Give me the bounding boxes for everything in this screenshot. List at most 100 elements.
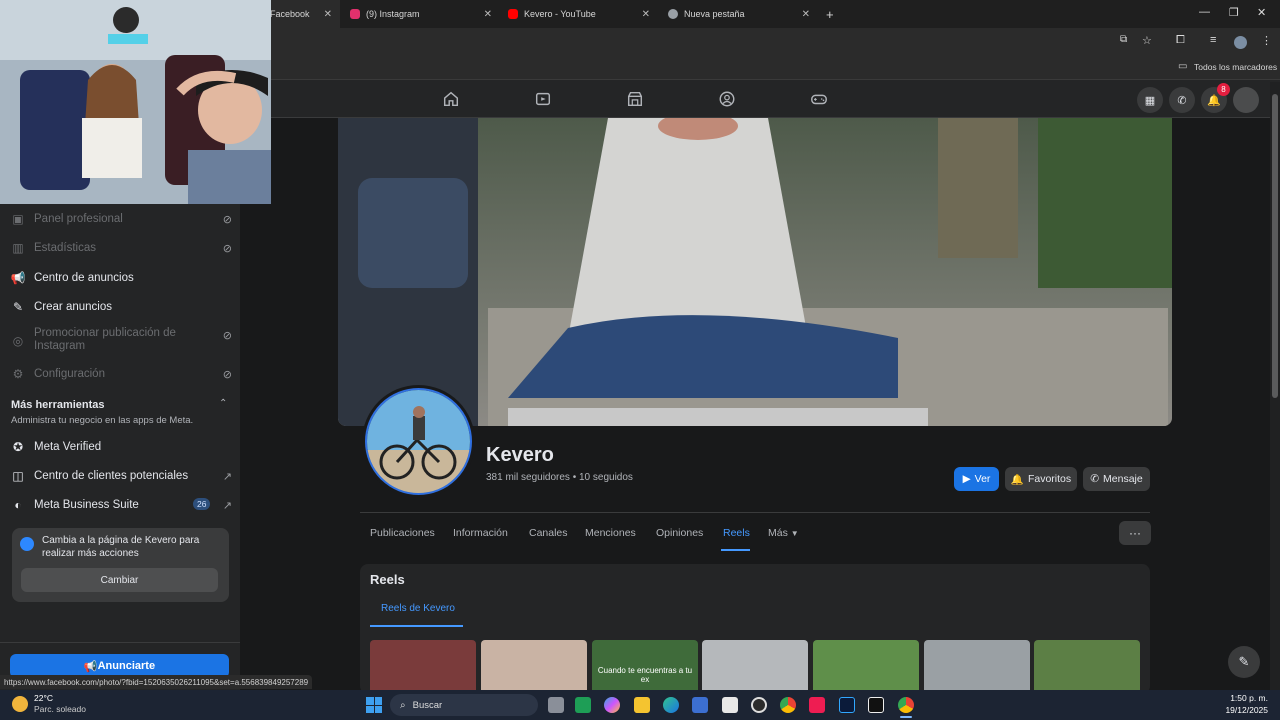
photoshop-icon[interactable] xyxy=(839,697,855,713)
disabled-icon: ⊘ xyxy=(222,368,232,381)
ver-button[interactable]: ▶ Ver xyxy=(954,467,999,491)
more-options-button[interactable]: ··· xyxy=(1119,521,1151,545)
groups-icon[interactable] xyxy=(718,90,736,108)
reel-thumbnail[interactable]: Cuando te encuentras a tu ex xyxy=(592,640,698,690)
start-icon[interactable] xyxy=(366,697,382,713)
edge-icon[interactable] xyxy=(663,697,679,713)
video-icon[interactable] xyxy=(534,90,552,108)
menu-icon[interactable]: ⋮ xyxy=(1261,34,1272,47)
edit-icon: ✎ xyxy=(1238,654,1250,669)
compose-button[interactable]: ✎ xyxy=(1228,646,1260,678)
sidebar-item-label: Centro de clientes potenciales xyxy=(34,470,189,482)
sidebar-item-label: Centro de anuncios xyxy=(34,272,134,284)
sidebar-item-meta-verified[interactable]: ✪ Meta Verified xyxy=(10,439,232,455)
panel-icon: ▣ xyxy=(12,212,24,226)
tab-publicaciones[interactable]: Publicaciones xyxy=(370,527,435,539)
explorer-icon[interactable] xyxy=(634,697,650,713)
sidebar-item-centro-anuncios[interactable]: 📢 Centro de anuncios xyxy=(10,270,232,286)
obs-icon[interactable] xyxy=(751,697,767,713)
minimize-icon[interactable]: — xyxy=(1199,6,1210,18)
restore-icon[interactable]: ❐ xyxy=(1229,6,1239,19)
reel-thumbnail[interactable] xyxy=(813,640,919,690)
reel-thumbnail[interactable] xyxy=(702,640,808,690)
messenger-icon: ✆ xyxy=(1177,94,1187,107)
capcut-icon[interactable] xyxy=(868,697,884,713)
sidebar-item-centro-clientes[interactable]: ◫ Centro de clientes potenciales ↗ xyxy=(10,468,232,484)
sidebar-item-label: Meta Business Suite xyxy=(34,499,139,511)
tab-youtube[interactable]: Kevero - YouTube ✕ xyxy=(500,0,658,28)
messenger-button[interactable]: ✆ xyxy=(1169,87,1195,113)
profile-avatar[interactable] xyxy=(1234,36,1247,49)
notice-text: Cambia a la página de Kevero para realiz… xyxy=(42,535,200,559)
tab-facebook[interactable]: Facebook ✕ xyxy=(262,0,340,28)
sidebar-item-label: Configuración xyxy=(34,368,105,380)
sidebar-item-promocionar-instagram[interactable]: ◎ Promocionar publicación de Instagram ⊘ xyxy=(10,327,232,353)
tab-new[interactable]: Nueva pestaña ✕ xyxy=(660,0,818,28)
favoritos-label: Favoritos xyxy=(1027,473,1072,485)
close-icon[interactable]: ✕ xyxy=(484,9,492,20)
new-tab-button[interactable]: + xyxy=(818,0,840,28)
taskview-icon[interactable] xyxy=(548,697,564,713)
tab-informacion[interactable]: Información xyxy=(453,527,508,539)
sidebar-item-crear-anuncios[interactable]: ✎ Crear anuncios xyxy=(10,299,232,315)
close-icon[interactable]: ✕ xyxy=(324,9,332,20)
instagram-icon xyxy=(350,9,360,19)
close-icon[interactable]: ✕ xyxy=(642,9,650,20)
profile-picture xyxy=(367,390,470,493)
cover-photo[interactable] xyxy=(338,118,1172,426)
home-icon[interactable] xyxy=(442,90,460,108)
taskbar-search[interactable]: ⌕ Buscar xyxy=(390,694,538,716)
taskbar-date[interactable]: 19/12/2025 xyxy=(1216,705,1268,715)
tab-reels-de-kevero[interactable]: Reels de Kevero xyxy=(381,603,455,614)
chevron-up-icon[interactable]: ⌃ xyxy=(219,398,227,409)
scrollbar-thumb[interactable] xyxy=(1272,94,1278,398)
tiktok-icon[interactable] xyxy=(809,697,825,713)
account-avatar[interactable] xyxy=(1233,87,1259,113)
reel-thumbnail[interactable] xyxy=(1034,640,1140,690)
marketplace-icon[interactable] xyxy=(626,90,644,108)
store-icon[interactable] xyxy=(692,697,708,713)
folder-icon: ▭ xyxy=(1178,61,1188,72)
favoritos-button[interactable]: 🔔 Favoritos xyxy=(1005,467,1077,491)
pencil-icon: ✎ xyxy=(12,300,24,314)
cambiar-button[interactable]: Cambiar xyxy=(21,568,218,592)
sidebar-item-label: Panel profesional xyxy=(34,213,123,225)
profile-avatar-frame[interactable] xyxy=(362,385,475,498)
sidebar-item-panel-profesional[interactable]: ▣ Panel profesional ⊘ xyxy=(10,211,232,227)
sidebar-item-configuracion[interactable]: ⚙ Configuración ⊘ xyxy=(10,366,232,382)
reel-thumbnail[interactable] xyxy=(370,640,476,690)
bookmark-star-icon[interactable]: ☆ xyxy=(1142,34,1152,47)
tab-mas[interactable]: Más ▼ xyxy=(768,527,799,539)
reel-thumbnail[interactable] xyxy=(481,640,587,690)
chrome-active-icon[interactable] xyxy=(898,697,914,713)
tab-reels[interactable]: Reels xyxy=(723,527,750,539)
search-label: Buscar xyxy=(412,699,443,711)
media-icon[interactable]: ≡ xyxy=(1210,34,1216,46)
sheets-icon[interactable] xyxy=(575,697,591,713)
tab-canales[interactable]: Canales xyxy=(529,527,568,539)
notes-icon[interactable] xyxy=(722,697,738,713)
close-window-icon[interactable]: ✕ xyxy=(1257,6,1266,19)
disabled-icon: ⊘ xyxy=(222,330,232,342)
sidebar-item-estadisticas[interactable]: ▥ Estadísticas ⊘ xyxy=(10,240,232,256)
notifications-badge: 8 xyxy=(1217,83,1230,96)
gaming-icon[interactable] xyxy=(810,90,828,108)
sidebar-item-label: Crear anuncios xyxy=(34,301,112,313)
cast-icon[interactable]: ⧉ xyxy=(1120,34,1127,45)
weather-temp[interactable]: 22°C xyxy=(34,693,53,703)
menu-grid-button[interactable]: ▦ xyxy=(1137,87,1163,113)
taskbar-time[interactable]: 1:50 p. m. xyxy=(1216,693,1268,703)
extensions-icon[interactable]: ⧠ xyxy=(1176,34,1185,47)
copilot-icon[interactable] xyxy=(604,697,620,713)
follower-stats[interactable]: 381 mil seguidores • 10 seguidos xyxy=(486,472,633,483)
tab-opiniones[interactable]: Opiniones xyxy=(656,527,703,539)
reel-thumbnail[interactable] xyxy=(924,640,1030,690)
tab-menciones[interactable]: Menciones xyxy=(585,527,636,539)
all-bookmarks-link[interactable]: Todos los marcadores xyxy=(1194,62,1277,72)
close-icon[interactable]: ✕ xyxy=(802,9,810,20)
mensaje-button[interactable]: ✆ Mensaje xyxy=(1083,467,1150,491)
tab-instagram[interactable]: (9) Instagram ✕ xyxy=(342,0,500,28)
tools-heading: Más herramientas xyxy=(11,399,105,411)
chrome-icon[interactable] xyxy=(780,697,796,713)
sidebar-item-business-suite[interactable]: ◐ Meta Business Suite 26 ↗ xyxy=(10,497,232,513)
